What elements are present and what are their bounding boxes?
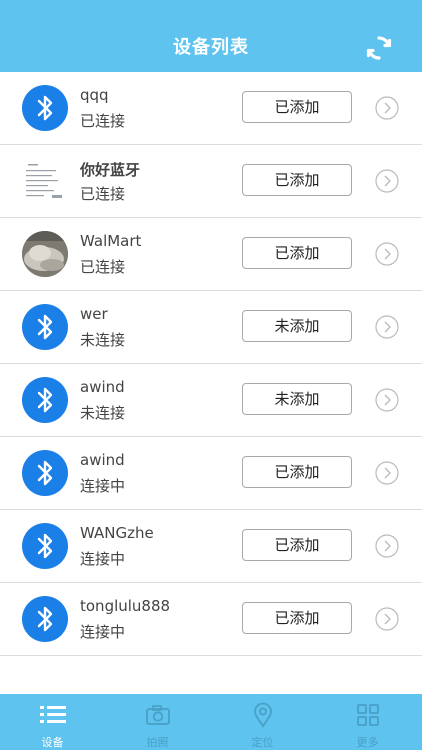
- device-status: 连接中: [80, 623, 126, 641]
- device-status: 未连接: [80, 331, 126, 349]
- device-name: awind: [80, 378, 125, 396]
- device-row[interactable]: tonglulu888 连接中 已添加: [0, 583, 422, 656]
- bluetooth-icon: [22, 450, 68, 496]
- bluetooth-icon: [22, 304, 68, 350]
- add-state-button[interactable]: 已添加: [242, 237, 352, 269]
- device-status: 已连接: [80, 112, 126, 130]
- tab-label: 更多: [356, 736, 379, 749]
- chevron-right-icon[interactable]: [375, 388, 399, 412]
- tab-bar: 设备 拍照 定位 更多: [0, 694, 422, 750]
- chevron-right-icon[interactable]: [375, 315, 399, 339]
- device-name: 你好蓝牙: [80, 161, 141, 179]
- add-state-button[interactable]: 未添加: [242, 310, 352, 342]
- add-state-button[interactable]: 已添加: [242, 456, 352, 488]
- location-pin-icon: [253, 702, 272, 728]
- device-name: wer: [80, 305, 108, 323]
- tab-devices[interactable]: 设备: [0, 694, 105, 750]
- refresh-icon[interactable]: [364, 33, 394, 63]
- chevron-right-icon[interactable]: [375, 534, 399, 558]
- device-name: tonglulu888: [80, 597, 171, 615]
- bluetooth-icon: [22, 85, 68, 131]
- bluetooth-icon: [22, 596, 68, 642]
- device-row[interactable]: awind 连接中 已添加: [0, 437, 422, 510]
- device-row[interactable]: WalMart 已连接 已添加: [0, 218, 422, 291]
- device-row[interactable]: WANGzhe 连接中 已添加: [0, 510, 422, 583]
- device-status: 未连接: [80, 404, 126, 422]
- device-list: qqq 已连接 已添加 你好蓝牙 已连接 已添加 WalMart 已连接 已添加…: [0, 72, 422, 656]
- device-name: awind: [80, 451, 125, 469]
- bluetooth-icon: [22, 523, 68, 569]
- chevron-right-icon[interactable]: [375, 607, 399, 631]
- device-name: qqq: [80, 86, 109, 104]
- chevron-right-icon[interactable]: [375, 461, 399, 485]
- bluetooth-icon: [22, 377, 68, 423]
- tab-label: 拍照: [146, 736, 169, 749]
- tab-more[interactable]: 更多: [315, 694, 420, 750]
- device-status: 已连接: [80, 258, 126, 276]
- tab-label: 设备: [41, 736, 64, 749]
- device-status: 连接中: [80, 550, 126, 568]
- tab-location[interactable]: 定位: [210, 694, 315, 750]
- document-thumbnail: [22, 158, 68, 204]
- device-name: WalMart: [80, 232, 142, 250]
- chevron-right-icon[interactable]: [375, 169, 399, 193]
- device-status: 连接中: [80, 477, 126, 495]
- add-state-button[interactable]: 已添加: [242, 529, 352, 561]
- add-state-button[interactable]: 已添加: [242, 602, 352, 634]
- chevron-right-icon[interactable]: [375, 96, 399, 120]
- device-name: WANGzhe: [80, 524, 154, 542]
- tab-camera[interactable]: 拍照: [105, 694, 210, 750]
- device-row[interactable]: qqq 已连接 已添加: [0, 72, 422, 145]
- page-title: 设备列表: [173, 37, 249, 58]
- add-state-button[interactable]: 已添加: [242, 91, 352, 123]
- add-state-button[interactable]: 未添加: [242, 383, 352, 415]
- device-row[interactable]: 你好蓝牙 已连接 已添加: [0, 145, 422, 218]
- add-state-button[interactable]: 已添加: [242, 164, 352, 196]
- header-bar: 设备列表: [0, 0, 422, 72]
- tab-label: 定位: [251, 736, 274, 749]
- photo-thumbnail: [22, 231, 68, 277]
- device-row[interactable]: awind 未连接 未添加: [0, 364, 422, 437]
- device-status: 已连接: [80, 185, 126, 203]
- app-screen: 设备列表 qqq 已连接 已添加 你好蓝牙 已连接 已添加 WalMart 已连…: [0, 0, 422, 750]
- device-row[interactable]: wer 未连接 未添加: [0, 291, 422, 364]
- list-icon: [39, 706, 66, 723]
- camera-icon: [145, 705, 170, 725]
- chevron-right-icon[interactable]: [375, 242, 399, 266]
- grid-icon: [356, 704, 379, 726]
